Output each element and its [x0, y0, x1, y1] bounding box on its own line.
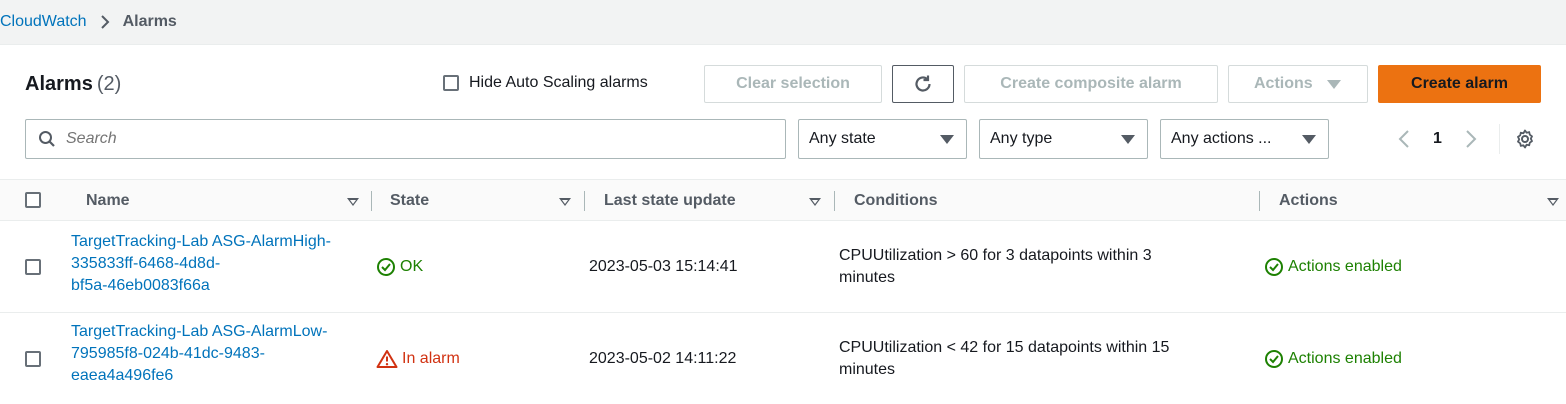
caret-down-icon	[940, 134, 954, 144]
search-field[interactable]	[25, 119, 786, 159]
table-row: TargetTracking-Lab ASG-AlarmHigh- 335833…	[0, 221, 1566, 313]
row-checkbox[interactable]	[25, 351, 41, 367]
state-filter-select[interactable]: Any state	[798, 119, 967, 159]
last-update-value: 2023-05-03 15:14:41	[589, 258, 738, 275]
table-row: TargetTracking-Lab ASG-AlarmLow- 795985f…	[0, 313, 1566, 404]
chevron-right-icon	[99, 14, 111, 30]
previous-page-icon[interactable]	[1397, 128, 1411, 150]
current-page-number[interactable]: 1	[1433, 130, 1442, 148]
settings-gear-icon[interactable]	[1514, 128, 1536, 150]
condition-text: CPUUtilization > 60 for 3 datapoints wit…	[839, 247, 1152, 286]
column-divider[interactable]	[1259, 191, 1260, 211]
pagination: 1	[1397, 119, 1536, 159]
sort-down-icon[interactable]	[559, 198, 571, 206]
actions-enabled-status: Actions enabled	[1264, 256, 1402, 278]
column-divider[interactable]	[371, 191, 372, 211]
actions-enabled-status: Actions enabled	[1264, 348, 1402, 370]
actions-filter-select[interactable]: Any actions ...	[1160, 119, 1329, 159]
panel-header: Alarms (2) Hide Auto Scaling alarms Clear…	[25, 65, 1541, 103]
type-filter-value: Any type	[990, 130, 1053, 147]
pager-divider	[1498, 124, 1500, 154]
create-composite-alarm-button[interactable]: Create composite alarm	[964, 65, 1218, 103]
refresh-icon	[912, 73, 934, 95]
sort-down-icon[interactable]	[347, 198, 359, 206]
create-alarm-button[interactable]: Create alarm	[1378, 65, 1541, 103]
breadcrumb-current: Alarms	[122, 13, 177, 30]
state-in-alarm: In alarm	[376, 348, 460, 370]
column-header-actions[interactable]: Actions	[1279, 180, 1338, 222]
hide-autoscaling-label: Hide Auto Scaling alarms	[469, 74, 648, 91]
table-header: Name State Last state update Conditions …	[0, 179, 1566, 221]
caret-down-icon	[1326, 79, 1341, 89]
check-circle-icon	[376, 257, 396, 277]
hide-autoscaling-toggle[interactable]: Hide Auto Scaling alarms	[443, 74, 648, 92]
alarm-name-link[interactable]: TargetTracking-Lab ASG-AlarmHigh- 335833…	[71, 231, 331, 297]
clear-selection-button[interactable]: Clear selection	[704, 65, 882, 103]
column-header-conditions[interactable]: Conditions	[854, 180, 938, 222]
breadcrumb: CloudWatch Alarms	[0, 0, 1566, 44]
hide-autoscaling-checkbox[interactable]	[443, 75, 459, 91]
sort-down-icon[interactable]	[809, 198, 821, 206]
check-circle-icon	[1264, 257, 1284, 277]
breadcrumb-cloudwatch-link[interactable]: CloudWatch	[0, 13, 87, 31]
state-filter-value: Any state	[809, 130, 876, 147]
type-filter-select[interactable]: Any type	[979, 119, 1148, 159]
sort-down-icon[interactable]	[1547, 198, 1559, 206]
actions-label: Actions	[1254, 75, 1313, 92]
actions-filter-value: Any actions ...	[1171, 130, 1272, 147]
column-divider[interactable]	[834, 191, 835, 211]
alarm-name-link[interactable]: TargetTracking-Lab ASG-AlarmLow- 795985f…	[71, 321, 327, 387]
refresh-button[interactable]	[892, 65, 954, 103]
condition-text: CPUUtilization < 42 for 15 datapoints wi…	[839, 339, 1170, 378]
select-all-checkbox[interactable]	[25, 192, 41, 208]
column-header-last-update[interactable]: Last state update	[604, 180, 736, 222]
alarm-count: (2)	[96, 72, 122, 95]
last-update-value: 2023-05-02 14:11:22	[589, 350, 737, 367]
filter-bar: Any state Any type Any actions ... 1	[25, 119, 1566, 159]
caret-down-icon	[1302, 134, 1316, 144]
warning-triangle-icon	[376, 349, 398, 369]
search-icon	[38, 130, 56, 148]
caret-down-icon	[1121, 134, 1135, 144]
column-header-name[interactable]: Name	[86, 180, 130, 222]
next-page-icon[interactable]	[1464, 128, 1478, 150]
state-ok: OK	[376, 256, 423, 278]
column-divider[interactable]	[584, 191, 585, 211]
row-checkbox[interactable]	[25, 259, 41, 275]
column-header-state[interactable]: State	[390, 180, 429, 222]
page-title: Alarms (2)	[25, 72, 122, 95]
alarms-panel: Alarms (2) Hide Auto Scaling alarms Clear…	[0, 44, 1566, 404]
check-circle-icon	[1264, 349, 1284, 369]
actions-dropdown-button[interactable]: Actions	[1228, 65, 1368, 103]
search-input[interactable]	[66, 130, 666, 148]
